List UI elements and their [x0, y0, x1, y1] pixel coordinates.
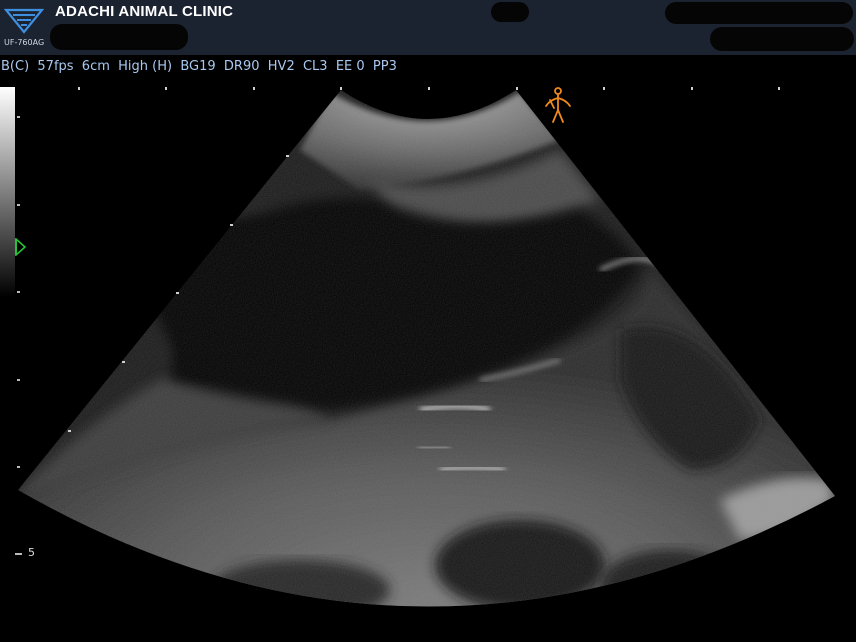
- clinic-name: ADACHI ANIMAL CLINIC: [55, 3, 234, 20]
- ultrasound-image[interactable]: [0, 60, 856, 642]
- redacted-time: [710, 27, 854, 51]
- redacted-field: [491, 2, 529, 22]
- body-mark-icon[interactable]: [540, 86, 576, 126]
- redacted-patient-id: [50, 24, 188, 50]
- redacted-date: [665, 2, 853, 24]
- header-bar: UF-760AG ADACHI ANIMAL CLINIC: [0, 0, 856, 55]
